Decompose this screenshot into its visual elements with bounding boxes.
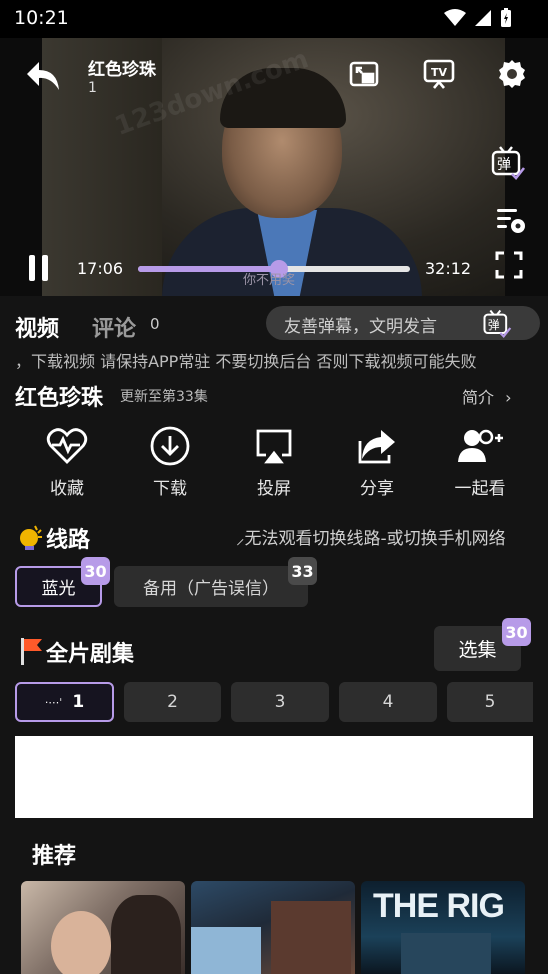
- favorite-button[interactable]: 收藏: [17, 424, 117, 500]
- svg-text:TV: TV: [431, 66, 448, 79]
- settings-icon: [499, 60, 525, 88]
- download-label: 下载: [153, 479, 187, 499]
- share-icon: [358, 430, 395, 464]
- intro-label: 简介: [462, 388, 495, 407]
- recommend-title: 推荐: [32, 844, 77, 869]
- watch-together-icon: [458, 429, 503, 462]
- download-icon: [150, 426, 190, 466]
- svg-text:弹: 弹: [497, 157, 511, 173]
- settings-button[interactable]: [494, 56, 530, 92]
- episode-number: 3: [274, 692, 286, 712]
- video-player[interactable]: 123down.com 红色珍珠 1 TV 弹 17:06 你不用奖 32:12: [0, 38, 548, 296]
- tv-cast-icon: TV: [423, 59, 455, 89]
- episode-number: 1: [72, 692, 85, 712]
- battery-icon: [501, 8, 511, 27]
- danmaku-placeholder: 友善弹幕，文明发言: [284, 317, 437, 337]
- show-title: 红色珍珠: [15, 386, 104, 411]
- flag-icon: [21, 638, 42, 665]
- fullscreen-button[interactable]: [492, 248, 526, 282]
- poster-panel: [191, 927, 261, 974]
- time-current: 17:06: [77, 259, 124, 278]
- episode-item[interactable]: 2: [124, 682, 221, 722]
- danmaku-send-icon[interactable]: 弹: [482, 308, 512, 338]
- wifi-icon: [444, 9, 466, 26]
- select-episode-label: 选集: [458, 639, 497, 661]
- signal-icon: [475, 10, 491, 26]
- playing-indicator-icon: ·⋯ˈ: [44, 695, 63, 709]
- intro-link[interactable]: 简介 ›: [462, 384, 512, 408]
- status-time: 10:21: [14, 7, 69, 29]
- pip-button[interactable]: [346, 56, 382, 92]
- show-update: 更新至第33集: [120, 389, 208, 405]
- episode-number: 2: [167, 692, 178, 712]
- episode-item[interactable]: 5: [447, 682, 533, 722]
- danmaku-icon: 弹: [491, 146, 526, 180]
- pip-icon: [349, 61, 379, 87]
- watch-together-label: 一起看: [454, 479, 506, 499]
- share-label: 分享: [360, 479, 394, 499]
- episode-item[interactable]: 3: [231, 682, 329, 722]
- route-option-backup[interactable]: 备用（广告误信）: [114, 566, 308, 607]
- heart-pulse-icon: [46, 428, 88, 464]
- favorite-label: 收藏: [50, 479, 84, 499]
- episode-item[interactable]: ·⋯ˈ 1: [15, 682, 114, 722]
- recommend-poster[interactable]: [191, 881, 355, 974]
- episode-number: 5: [484, 692, 496, 712]
- fullscreen-icon: [495, 251, 523, 279]
- system-icons: [444, 8, 512, 28]
- tab-video[interactable]: 视频: [15, 311, 59, 343]
- svg-text:弹: 弹: [488, 318, 500, 332]
- back-button[interactable]: [22, 56, 64, 96]
- comment-count: 0: [150, 315, 160, 333]
- cast-label: 投屏: [257, 479, 291, 499]
- route-badge: 30: [81, 557, 110, 585]
- poster-rig: [401, 933, 491, 974]
- danmaku-settings-icon: [497, 209, 525, 233]
- tv-cast-button[interactable]: TV: [420, 56, 458, 92]
- episodes-title: 全片剧集: [46, 642, 135, 667]
- bulb-icon: [20, 525, 42, 550]
- route-option-label: 蓝光: [41, 579, 76, 599]
- poster-panel: [271, 901, 351, 974]
- notice-marquee: ，下载视频 请保持APP常驻 不要切换后台 否则下载视频可能失败: [0, 348, 548, 372]
- episode-count-badge: 30: [502, 618, 531, 646]
- cast-icon: [256, 429, 292, 464]
- poster-figure: [51, 911, 111, 974]
- action-row: 收藏 下载 投屏 分享 一起看: [0, 424, 548, 500]
- chevron-right-icon: ›: [505, 388, 512, 407]
- poster-figure: [111, 895, 181, 974]
- share-button[interactable]: 分享: [327, 424, 427, 500]
- route-badge: 33: [288, 557, 317, 585]
- route-option-label: 备用（广告误信）: [143, 579, 279, 599]
- routes-title: 线路: [46, 528, 91, 553]
- danmaku-input[interactable]: 友善弹幕，文明发言 弹: [266, 306, 540, 340]
- poster-title: THE RIG: [373, 887, 505, 925]
- time-total: 32:12: [425, 259, 472, 278]
- episode-number: 4: [382, 692, 394, 712]
- cast-button[interactable]: 投屏: [224, 424, 324, 500]
- danmaku-settings-button[interactable]: [490, 200, 530, 240]
- recommend-poster[interactable]: [21, 881, 185, 974]
- back-icon: [27, 62, 59, 90]
- pause-icon: [29, 255, 48, 281]
- video-subtitle: 你不用奖: [243, 273, 296, 288]
- notice-text: ，下载视频 请保持APP常驻 不要切换后台 否则下载视频可能失败: [15, 352, 477, 371]
- danmaku-toggle[interactable]: 弹: [488, 142, 528, 182]
- pause-button[interactable]: [22, 248, 56, 288]
- routes-tip: ⸝无法观看切换线路-或切换手机网络: [236, 529, 506, 549]
- ad-banner[interactable]: [15, 736, 533, 818]
- video-episode: 1: [88, 80, 97, 96]
- tab-comments[interactable]: 评论: [92, 311, 136, 343]
- download-button[interactable]: 下载: [120, 424, 220, 500]
- recommend-poster[interactable]: THE RIG: [361, 881, 525, 974]
- watch-together-button[interactable]: 一起看: [430, 424, 530, 500]
- video-title: 红色珍珠: [88, 60, 156, 80]
- episode-item[interactable]: 4: [339, 682, 437, 722]
- status-bar: 10:21: [0, 0, 548, 38]
